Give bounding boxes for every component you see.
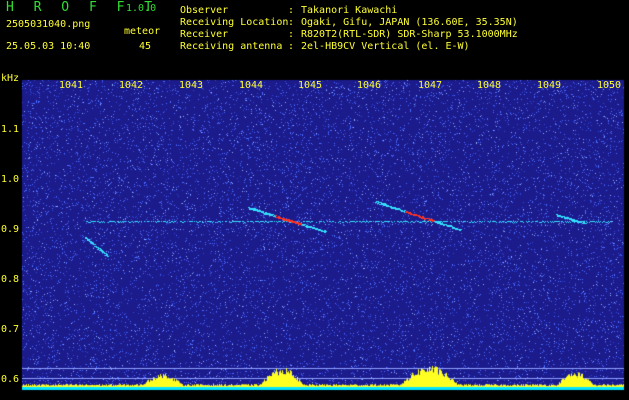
x-tick-label: 1046	[357, 80, 382, 91]
meteor-label: meteor	[124, 26, 161, 37]
timestamp: 25.05.03 10:40	[6, 41, 91, 52]
info-label-antenna: Receiving antenna	[180, 41, 283, 52]
info-value-observer: Takanori Kawachi	[301, 5, 398, 16]
info-label-observer: Observer	[180, 5, 229, 16]
app-version: 1.0.0	[126, 3, 157, 14]
x-tick-label: 1042	[119, 80, 144, 91]
x-tick-label: 1048	[477, 80, 502, 91]
spectrogram-plot	[0, 72, 629, 400]
x-tick-label: 1043	[179, 80, 204, 91]
y-tick-label: 0.9	[1, 224, 20, 235]
info-colon: :	[288, 41, 295, 52]
info-colon: :	[288, 29, 295, 40]
meteor-count: 45	[139, 41, 152, 52]
x-tick-label: 1041	[59, 80, 84, 91]
x-tick-label: 1044	[239, 80, 264, 91]
info-value-location: Ogaki, Gifu, JAPAN (136.60E, 35.35N)	[301, 17, 518, 28]
x-tick-label: 1045	[298, 80, 323, 91]
y-tick-label: 0.8	[1, 274, 20, 285]
x-tick-label: 1049	[537, 80, 562, 91]
info-colon: :	[288, 5, 295, 16]
y-tick-label: 1.0	[1, 174, 20, 185]
x-tick-label: 1050	[597, 80, 622, 91]
file-name: 2505031040.png	[6, 19, 91, 30]
info-value-antenna: 2el-HB9CV Vertical (el. E-W)	[301, 41, 470, 52]
header: H R O F F T 1.0.0 2505031040.png meteor …	[0, 0, 629, 72]
y-unit-label: kHz	[1, 73, 20, 84]
y-tick-label: 1.1	[1, 124, 20, 135]
y-tick-label: 0.6	[1, 374, 20, 385]
info-colon: :	[288, 17, 295, 28]
y-tick-label: 0.7	[1, 324, 20, 335]
info-value-receiver: R820T2(RTL-SDR) SDR-Sharp 53.1000MHz	[301, 29, 518, 40]
x-tick-label: 1047	[418, 80, 443, 91]
info-label-receiver: Receiver	[180, 29, 229, 40]
info-label-location: Receiving Location	[180, 17, 289, 28]
